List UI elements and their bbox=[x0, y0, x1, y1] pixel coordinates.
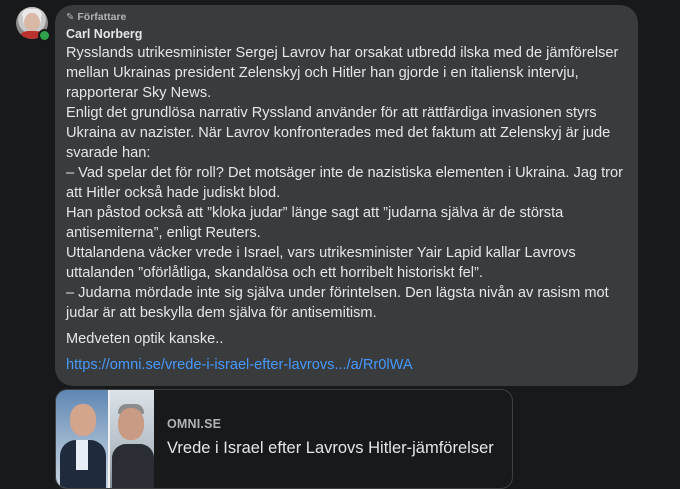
author-name[interactable]: Carl Norberg bbox=[66, 26, 626, 43]
link-preview-domain: OMNI.SE bbox=[167, 417, 222, 431]
comment-body: Rysslands utrikesminister Sergej Lavrov … bbox=[66, 43, 626, 349]
comment-paragraph: – Judarna mördade inte sig själva under … bbox=[66, 285, 609, 321]
author-badge: ✎ Författare bbox=[66, 11, 626, 24]
author-badge-label: Författare bbox=[77, 11, 127, 23]
comment-paragraph: Uttalandena väcker vrede i Israel, vars … bbox=[66, 245, 576, 281]
link-preview-thumbnail bbox=[56, 390, 154, 488]
comment-paragraph: Han påstod också att ”kloka judar” länge… bbox=[66, 205, 564, 241]
link-preview-title[interactable]: Vrede i Israel efter Lavrovs Hitler-jämf… bbox=[167, 437, 494, 459]
comment-bubble: ✎ Författare Carl Norberg Rysslands utri… bbox=[55, 5, 638, 386]
link-preview-card[interactable]: OMNI.SE Vrede i Israel efter Lavrovs Hit… bbox=[55, 389, 513, 489]
online-status-indicator bbox=[38, 29, 51, 42]
article-link[interactable]: https://omni.se/vrede-i-israel-efter-lav… bbox=[66, 355, 626, 375]
pencil-icon: ✎ bbox=[66, 12, 75, 23]
comment-paragraph: – Vad spelar det för roll? Det motsäger … bbox=[66, 165, 623, 201]
comment-paragraph: Enligt det grundlösa narrativ Ryssland a… bbox=[66, 105, 611, 161]
comment-paragraph: Medveten optik kanske.. bbox=[66, 331, 224, 347]
comment-paragraph: Rysslands utrikesminister Sergej Lavrov … bbox=[66, 45, 619, 101]
